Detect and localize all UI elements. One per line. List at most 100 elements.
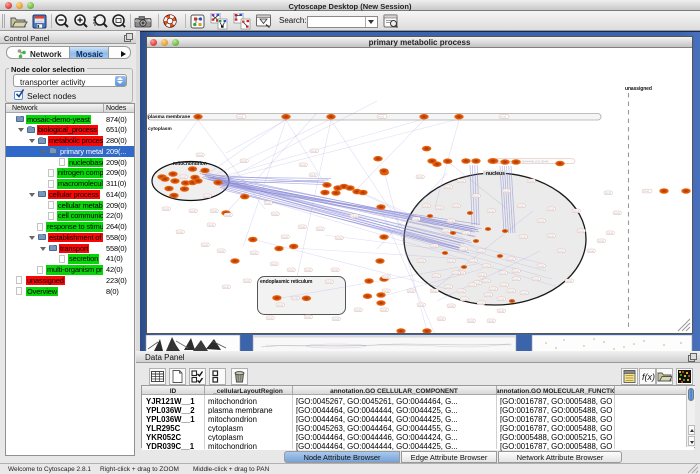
svg-text:(xxx): (xxx) <box>381 307 387 311</box>
svg-text:(xxx): (xxx) <box>438 316 444 320</box>
svg-text:(xxx): (xxx) <box>326 279 332 283</box>
svg-text:(xxx): (xxx) <box>598 238 604 242</box>
svg-text:(xxx): (xxx) <box>332 267 338 271</box>
svg-text:(xxx): (xxx) <box>458 178 464 182</box>
svg-text:(xxx): (xxx) <box>513 268 519 272</box>
svg-text:(xxx): (xxx) <box>211 208 217 212</box>
svg-text:(xxx): (xxx) <box>469 282 475 286</box>
svg-text:(xxx): (xxx) <box>453 270 459 274</box>
svg-text:(xxx): (xxx) <box>578 228 584 232</box>
svg-text:(xxx): (xxx) <box>383 288 389 292</box>
svg-text:(xxx): (xxx) <box>445 284 451 288</box>
svg-text:(xxx): (xxx) <box>317 226 323 230</box>
svg-text:(xxx): (xxx) <box>533 276 539 280</box>
svg-text:(xxx): (xxx) <box>500 114 506 118</box>
svg-text:(xxx): (xxx) <box>241 158 247 162</box>
svg-text:(xxx): (xxx) <box>528 178 534 182</box>
svg-text:(xxx): (xxx) <box>548 233 554 237</box>
svg-text:f(x): f(x) <box>642 372 655 382</box>
svg-text:(xxx): (xxx) <box>503 188 509 192</box>
svg-text:plasma membrane: plasma membrane <box>148 113 190 119</box>
svg-text:(xxx): (xxx) <box>299 224 305 228</box>
svg-text:(xxx): (xxx) <box>566 278 572 282</box>
svg-text:(xxx): (xxx) <box>473 193 479 197</box>
svg-text:(xxx): (xxx) <box>378 114 384 118</box>
svg-text:(xxx): (xxx) <box>292 296 298 300</box>
svg-text:(xxx): (xxx) <box>418 258 424 262</box>
svg-text:(xxx): (xxx) <box>490 286 496 290</box>
svg-text:(xxx): (xxx) <box>453 203 459 207</box>
svg-text:(xxx): (xxx) <box>485 292 491 296</box>
svg-text:cytoplasm: cytoplasm <box>148 126 172 132</box>
svg-text:(xxx): (xxx) <box>305 314 311 318</box>
svg-text:(xxx): (xxx) <box>355 307 361 311</box>
svg-text:(xxx): (xxx) <box>538 263 544 267</box>
svg-text:(xxx): (xxx) <box>478 300 484 304</box>
svg-text:(xxx): (xxx) <box>300 162 306 166</box>
svg-text:(xxx): (xxx) <box>483 278 489 282</box>
svg-text:(xxx): (xxx) <box>460 246 466 250</box>
svg-text:(xxx): (xxx) <box>605 190 611 194</box>
svg-text:endoplasmic reticulum: endoplasmic reticulum <box>260 279 313 285</box>
svg-text:(xxx): (xxx) <box>448 303 454 307</box>
svg-text:(xxx): (xxx) <box>177 229 183 233</box>
svg-text:(xxx): (xxx) <box>336 235 342 239</box>
svg-text:(xxx): (xxx) <box>265 200 271 204</box>
svg-text:(xxx): (xxx) <box>408 288 414 292</box>
svg-text:(xxx): (xxx) <box>498 308 504 312</box>
svg-text:(xxx): (xxx) <box>463 230 469 234</box>
svg-text:(xxx): (xxx) <box>548 206 554 210</box>
svg-text:(xxx): (xxx) <box>443 228 449 232</box>
svg-text:(xxx): (xxx) <box>225 212 231 216</box>
svg-text:(xxx): (xxx) <box>498 296 504 300</box>
svg-text:(xxx): (xxx) <box>204 193 210 197</box>
svg-text:unassigned: unassigned <box>625 86 652 92</box>
svg-text:(xxx): (xxx) <box>445 184 451 188</box>
svg-text:(xxx): (xxx) <box>417 174 423 178</box>
svg-text:(xxx): (xxx) <box>197 152 203 156</box>
svg-text:(xxx): (xxx) <box>436 205 442 209</box>
svg-text:(xxx): (xxx) <box>418 302 424 306</box>
svg-text:(xxx): (xxx) <box>431 288 437 292</box>
svg-text:(xxx): (xxx) <box>431 243 437 247</box>
svg-text:(xxx): (xxx) <box>244 278 250 282</box>
svg-text:(xxx): (xxx) <box>223 284 229 288</box>
svg-text:(xxx): (xxx) <box>190 208 196 212</box>
svg-text:(xxx): (xxx) <box>277 302 283 306</box>
svg-text:(xxx): (xxx) <box>500 270 506 274</box>
svg-text:(xxx): (xxx) <box>237 114 243 118</box>
svg-text:(xxx): (xxx) <box>311 148 317 152</box>
svg-text:(xxx): (xxx) <box>513 276 519 280</box>
svg-text:(xxx): (xxx) <box>488 318 494 322</box>
svg-text:(xxx): (xxx) <box>433 273 439 277</box>
svg-text:(xxx): (xxx) <box>508 256 514 260</box>
svg-text:(xxx): (xxx) <box>413 216 419 220</box>
svg-text:(xxx): (xxx) <box>483 263 489 267</box>
svg-text:(xxx): (xxx) <box>588 248 594 252</box>
svg-text:(xxx): (xxx) <box>383 274 389 278</box>
svg-text:(xxx): (xxx) <box>305 267 311 271</box>
svg-text:nucleus: nucleus <box>486 171 505 177</box>
svg-text:(xxx): (xxx) <box>271 261 277 265</box>
svg-text:(xxx): (xxx) <box>272 211 278 215</box>
svg-text:(xxx): (xxx) <box>538 218 544 222</box>
svg-text:(xxx): (xxx) <box>251 250 257 254</box>
svg-text:(xxx): (xxx) <box>423 203 429 207</box>
svg-text:(xxx): (xxx) <box>518 203 524 207</box>
svg-text:(xxx): (xxx) <box>520 234 526 238</box>
svg-text:(xxx): (xxx) <box>468 318 474 322</box>
svg-text:(xxx): (xxx) <box>208 222 214 226</box>
svg-text:(xxx): (xxx) <box>573 208 579 212</box>
svg-text:(xxx): (xxx) <box>288 267 294 271</box>
svg-text:(xxx): (xxx) <box>521 290 527 294</box>
svg-text:(xxx): (xxx) <box>458 288 464 292</box>
svg-text:(xxx): (xxx) <box>310 172 316 176</box>
svg-text:(xxx): (xxx) <box>614 210 620 214</box>
svg-text:mitochondrion: mitochondrion <box>173 161 207 167</box>
svg-text:(xxx): (xxx) <box>218 248 224 252</box>
svg-text:(xxx): (xxx) <box>643 189 649 193</box>
svg-text:(xxx): (xxx) <box>282 234 288 238</box>
svg-text:(xxx): (xxx) <box>202 242 208 246</box>
svg-text:(xxx): (xxx) <box>501 282 507 286</box>
svg-text:(xxx): (xxx) <box>478 248 484 252</box>
